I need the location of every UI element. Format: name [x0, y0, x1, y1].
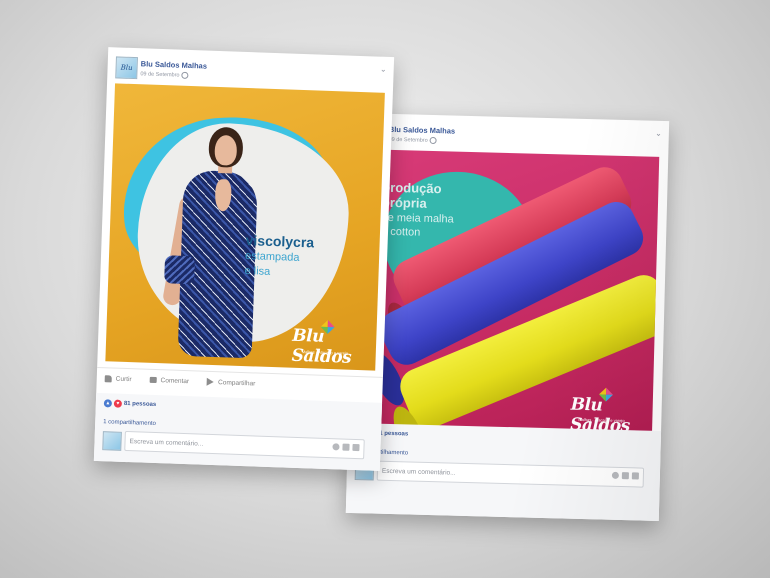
- avatar-logo: Blu: [120, 63, 133, 72]
- page-avatar[interactable]: Blu: [115, 56, 138, 80]
- headline-text: viscolycra: [245, 232, 315, 251]
- post-date-text: 09 de Setembro: [140, 71, 180, 79]
- comment-placeholder: Escreva um comentário...: [129, 437, 204, 448]
- comment-button[interactable]: Comentar: [149, 376, 190, 385]
- post-date-2[interactable]: 09 de Setembro: [388, 136, 437, 145]
- post-footer: ▲ ♥ 81 pessoas 1 compartilhamento Escrev…: [93, 392, 383, 471]
- like-reaction-icon: ▲: [103, 399, 113, 408]
- emoji-icon[interactable]: [332, 443, 340, 451]
- sticker-icon[interactable]: [352, 443, 360, 452]
- like-button[interactable]: Curtir: [104, 374, 132, 383]
- globe-icon: [181, 71, 189, 79]
- page-name-link[interactable]: Blu Saldos Malhas: [141, 59, 208, 70]
- facebook-post-producao: Blu Blu Saldos Malhas 09 de Setembro ⌄ p…: [345, 112, 670, 522]
- like-label: Curtir: [115, 375, 132, 383]
- post-footer-2: ▲ ♥ 81 pessoas 1 compartilhamento Escrev…: [345, 422, 662, 522]
- comment-icon: [149, 376, 157, 384]
- post-actions-bar: Curtir Comentar Compartilhar: [96, 366, 383, 398]
- share-icon: [206, 377, 215, 387]
- chevron-down-icon-2[interactable]: ⌄: [655, 129, 662, 138]
- commenter-avatar: [102, 431, 122, 451]
- subline-text: estampada: [244, 250, 300, 264]
- camera-icon[interactable]: [342, 443, 350, 451]
- model-sleeve: [164, 255, 196, 285]
- headline-text-2: produção: [382, 179, 442, 197]
- facebook-post-viscolycra: Blu Blu Saldos Malhas 09 de Setembro ⌄ v…: [93, 47, 395, 471]
- subline-text-2: e lisa: [244, 265, 271, 278]
- post-image-2[interactable]: produção própria de meia malha e cotton …: [356, 149, 660, 435]
- post-image[interactable]: viscolycra estampada e lisa Blu Saldos M…: [105, 83, 385, 371]
- brand-logo: Blu Saldos: [291, 325, 352, 368]
- comment-composer: Escreva um comentário...: [102, 429, 365, 460]
- comment-label: Comentar: [160, 376, 190, 385]
- shares-count[interactable]: 1 compartilhamento: [103, 419, 156, 427]
- share-label: Compartilhar: [218, 378, 256, 387]
- love-reaction-icon: ♥: [113, 399, 123, 408]
- chevron-down-icon[interactable]: ⌄: [380, 65, 387, 74]
- model-face: [214, 134, 238, 166]
- emoji-icon-2[interactable]: [611, 471, 619, 479]
- globe-icon-2: [429, 136, 437, 145]
- reactions-count: 81 pessoas: [123, 400, 157, 409]
- subline-text-3: de meia malha: [381, 211, 454, 226]
- comment-input[interactable]: Escreva um comentário...: [124, 430, 365, 460]
- post-date-text-2: 09 de Setembro: [388, 136, 428, 144]
- comment-placeholder-2: Escreva um comentário...: [381, 467, 456, 477]
- post-date[interactable]: 09 de Setembro: [140, 70, 189, 79]
- sticker-icon-2[interactable]: [631, 472, 639, 480]
- reactions-summary[interactable]: ▲ ♥ 81 pessoas: [103, 399, 157, 409]
- share-button[interactable]: Compartilhar: [206, 377, 256, 388]
- page-name-link-2[interactable]: Blu Saldos Malhas: [389, 125, 455, 136]
- comment-tools: [332, 443, 360, 452]
- comment-input-2[interactable]: Escreva um comentário...: [376, 460, 645, 488]
- thumbs-up-icon: [104, 374, 112, 382]
- comment-composer-2: Escreva um comentário...: [354, 459, 645, 489]
- comment-tools-2: [611, 471, 639, 480]
- camera-icon-2[interactable]: [621, 472, 629, 480]
